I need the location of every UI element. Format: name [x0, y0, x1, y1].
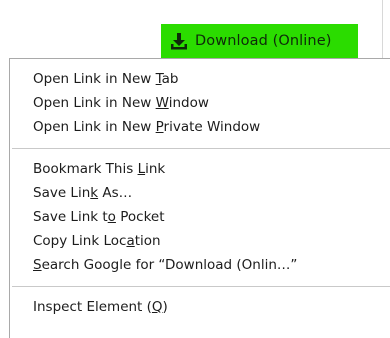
menu-item-open-new-tab[interactable]: Open Link in New Tab: [10, 67, 390, 91]
menu-item-save-to-pocket[interactable]: Save Link to Pocket: [10, 205, 390, 229]
menu-item-bookmark-link[interactable]: Bookmark This Link: [10, 157, 390, 181]
menu-item-open-new-window[interactable]: Open Link in New Window: [10, 91, 390, 115]
menu-group-open: Open Link in New Tab Open Link in New Wi…: [10, 59, 390, 139]
menu-item-save-link-as[interactable]: Save Link As…: [10, 181, 390, 205]
browser-page: Download (Online) Open Link in New Tab O…: [0, 0, 390, 338]
download-online-button[interactable]: Download (Online): [161, 24, 358, 58]
page-content-area: Download (Online): [0, 0, 390, 58]
context-menu: Open Link in New Tab Open Link in New Wi…: [9, 58, 390, 338]
menu-item-search-google[interactable]: Search Google for “Download (Onlin…”: [10, 253, 390, 277]
menu-group-link: Bookmark This Link Save Link As… Save Li…: [10, 149, 390, 277]
menu-item-inspect-element[interactable]: Inspect Element (Q): [10, 295, 390, 319]
menu-item-copy-link-location[interactable]: Copy Link Location: [10, 229, 390, 253]
menu-group-inspect: Inspect Element (Q): [10, 287, 390, 319]
page-edge-divider: [382, 0, 383, 58]
menu-item-open-private-window[interactable]: Open Link in New Private Window: [10, 115, 390, 139]
download-icon: [169, 31, 189, 51]
download-button-label: Download (Online): [195, 33, 332, 49]
